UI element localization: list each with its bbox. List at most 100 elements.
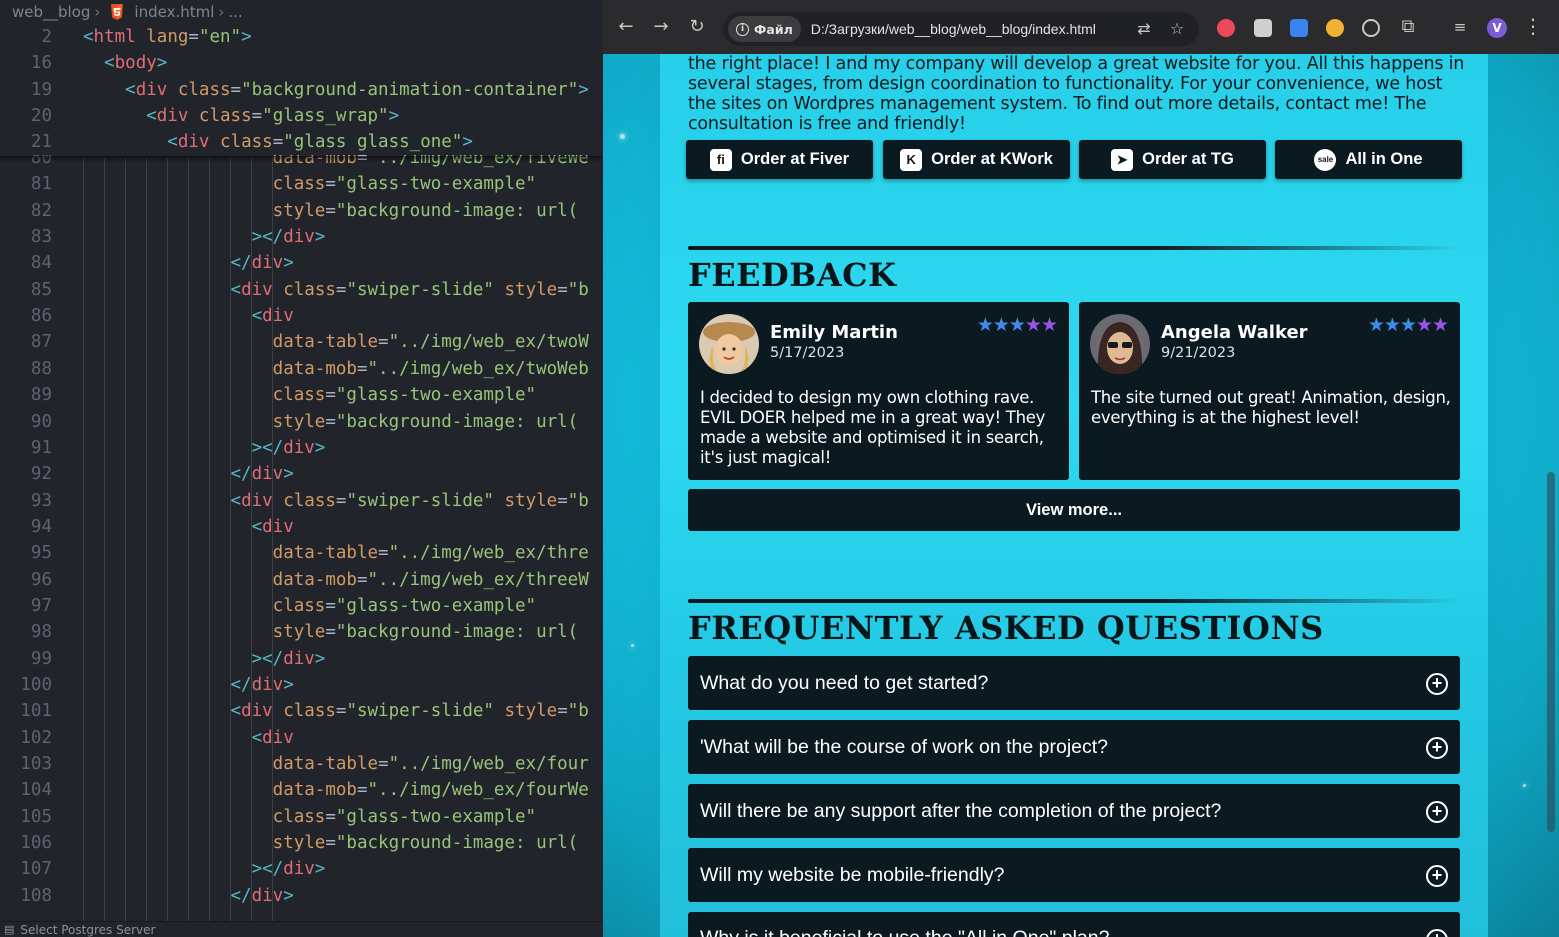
code-line[interactable]: 86 <div (0, 303, 603, 329)
chevron-right-icon: › (218, 3, 225, 21)
plus-circle-icon[interactable]: + (1426, 929, 1448, 937)
extensions-icon[interactable]: ⧉ (1398, 17, 1418, 37)
sticky-scroll-line[interactable]: 21 <div class="glass glass_one"> (0, 129, 603, 156)
intro-paragraph: the right place! I and my company will d… (688, 54, 1465, 134)
code-token: class (272, 385, 326, 406)
code-token: div (156, 106, 189, 127)
code-token: < (251, 727, 263, 748)
code-text: <div class="swiper-slide" style="b (83, 491, 589, 511)
code-token: = (335, 701, 347, 722)
plus-circle-icon[interactable]: + (1426, 865, 1448, 887)
faq-item[interactable]: 'What will be the course of work on the … (688, 720, 1460, 774)
line-number: 86 (30, 306, 52, 327)
order-kwork-button[interactable]: K Order at KWork (883, 140, 1070, 179)
code-text: class="glass-two-example" (83, 807, 536, 827)
breadcrumb-more[interactable]: ... (228, 3, 242, 21)
line-number: 101 (20, 701, 52, 722)
order-all-in-one-button[interactable]: sale All in One (1275, 140, 1462, 179)
code-line[interactable]: 83 ></div> (0, 224, 603, 250)
code-line[interactable]: 84 </div> (0, 250, 603, 276)
code-text: </div> (83, 464, 294, 484)
menu-icon[interactable]: ⋮ (1523, 14, 1543, 38)
order-telegram-button[interactable]: ➤ Order at TG (1079, 140, 1266, 179)
reading-list-icon[interactable]: ≡ (1450, 17, 1470, 37)
status-text[interactable]: Select Postgres Server (20, 923, 155, 937)
reload-icon[interactable]: ↻ (687, 17, 707, 37)
code-line[interactable]: 107 ></div> (0, 856, 603, 882)
code-line[interactable]: 88 data-mob="../img/web_ex/twoWeb (0, 356, 603, 382)
profile-avatar[interactable]: V (1487, 18, 1507, 38)
code-line[interactable]: 82 style="background-image: url( (0, 198, 603, 224)
code-token: div (283, 859, 315, 880)
code-token: > (314, 648, 326, 669)
code-token: class (283, 279, 336, 300)
order-fiverr-button[interactable]: fi Order at Fiver (686, 140, 873, 179)
code-line[interactable]: 106 style="background-image: url( (0, 830, 603, 856)
star-icon[interactable]: ☆ (1168, 20, 1186, 38)
back-icon[interactable]: ← (616, 17, 636, 37)
view-more-button[interactable]: View more... (688, 489, 1460, 531)
code-line[interactable]: 92 </div> (0, 461, 603, 487)
code-line[interactable]: 102 <div (0, 725, 603, 751)
code-line[interactable]: 104 data-mob="../img/web_ex/fourWe (0, 777, 603, 803)
code-token: class (272, 806, 326, 827)
plus-circle-icon[interactable]: + (1426, 801, 1448, 823)
globe-icon[interactable] (1362, 19, 1380, 37)
code-line[interactable]: 85 <div class="swiper-slide" style="b (0, 277, 603, 303)
code-line[interactable]: 81 class="glass-two-example" (0, 171, 603, 197)
plus-circle-icon[interactable]: + (1426, 673, 1448, 695)
sticky-scroll-line[interactable]: 16 <body> (0, 50, 603, 77)
plus-circle-icon[interactable]: + (1426, 737, 1448, 759)
breadcrumb-file[interactable]: index.html (134, 3, 214, 21)
code-text: data-mob="../img/web_ex/fourWe (83, 780, 589, 800)
faq-question: 'What will be the course of work on the … (700, 735, 1109, 758)
code-line[interactable]: 101 <div class="swiper-slide" style="b (0, 698, 603, 724)
code-editor[interactable]: web__blog › index.html › ... 80 data-mob… (0, 0, 603, 937)
code-line[interactable]: 95 data-table="../img/web_ex/thre (0, 540, 603, 566)
code-line[interactable]: 93 <div class="swiper-slide" style="b (0, 488, 603, 514)
code-line[interactable]: 108 </div> (0, 883, 603, 909)
breadcrumb-folder[interactable]: web__blog (12, 3, 90, 21)
faq-item[interactable]: Why is it beneficial to use the "All in … (688, 912, 1460, 937)
code-line[interactable]: 94 <div (0, 514, 603, 540)
page-scrollbar[interactable] (1547, 472, 1555, 832)
extension-blue-icon[interactable] (1290, 19, 1308, 37)
code-text: data-table="../img/web_ex/thre (83, 543, 589, 563)
faq-item[interactable]: What do you need to get started? + (688, 656, 1460, 710)
code-line[interactable]: 97 class="glass-two-example" (0, 593, 603, 619)
code-line[interactable]: 89 class="glass-two-example" (0, 382, 603, 408)
faq-item[interactable]: Will my website be mobile-friendly? + (688, 848, 1460, 902)
extension-red-icon[interactable] (1217, 19, 1235, 37)
faq-item[interactable]: Will there be any support after the comp… (688, 784, 1460, 838)
code-line[interactable]: 105 class="glass-two-example" (0, 804, 603, 830)
sticky-scroll-line[interactable]: 2 <html lang="en"> (0, 24, 603, 50)
address-bar[interactable]: i Файл D:/Загрузки/web__blog/web__blog/i… (723, 12, 1199, 46)
code-line[interactable]: 87 data-table="../img/web_ex/twoW (0, 329, 603, 355)
line-number: 94 (30, 516, 52, 537)
page-viewport[interactable]: the right place! I and my company will d… (603, 54, 1559, 937)
site-info-chip[interactable]: i Файл (728, 16, 801, 42)
code-token: "b (567, 279, 589, 300)
code-line[interactable]: 96 data-mob="../img/web_ex/threeW (0, 567, 603, 593)
code-line[interactable]: 100 </div> (0, 672, 603, 698)
code-token: > (388, 106, 400, 127)
faq-question: Will there be any support after the comp… (700, 799, 1222, 822)
code-token: < (251, 306, 263, 327)
extension-gray-icon[interactable] (1254, 19, 1272, 37)
code-line[interactable]: 91 ></div> (0, 435, 603, 461)
code-line[interactable]: 103 data-table="../img/web_ex/four (0, 751, 603, 777)
code-token: < (83, 27, 94, 47)
translate-icon[interactable]: ⇄ (1135, 20, 1153, 38)
forward-icon[interactable]: → (651, 17, 671, 37)
code-line[interactable]: 90 style="background-image: url( (0, 409, 603, 435)
url-text[interactable]: D:/Загрузки/web__blog/web__blog/index.ht… (811, 21, 1096, 37)
code-line[interactable]: 98 style="background-image: url( (0, 619, 603, 645)
extension-colorful-icon[interactable] (1326, 19, 1344, 37)
sticky-scroll-line[interactable]: 20 <div class="glass_wrap"> (0, 103, 603, 130)
sticky-scroll-line[interactable]: 19 <div class="background-animation-cont… (0, 76, 603, 103)
code-line[interactable]: 99 ></div> (0, 646, 603, 672)
